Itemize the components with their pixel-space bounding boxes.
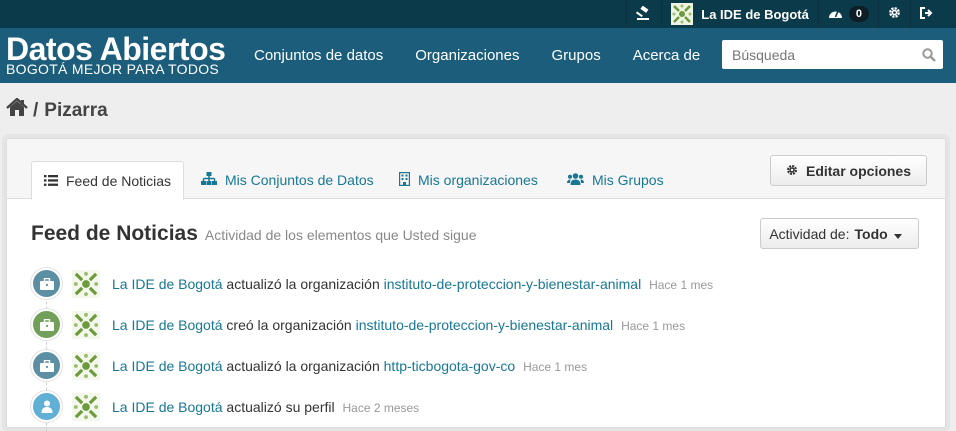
account-bar: La IDE de Bogotá 0 <box>0 0 956 28</box>
briefcase-icon <box>31 268 62 299</box>
tab-label: Mis Grupos <box>592 172 664 188</box>
object-link[interactable]: http-ticbogota-gov-co <box>384 358 516 374</box>
activity-action: creó la organización <box>226 316 352 333</box>
dashboard-link[interactable]: 0 <box>817 0 878 28</box>
tab-label: Mis Conjuntos de Datos <box>225 172 374 188</box>
nav-datasets[interactable]: Conjuntos de datos <box>238 47 399 64</box>
activity-item: La IDE de Bogotá actualizó la organizaci… <box>31 345 911 386</box>
settings-link[interactable] <box>878 0 910 28</box>
building-icon <box>398 171 418 189</box>
activity-time: Hace 1 mes <box>523 359 588 374</box>
org-avatar[interactable] <box>72 351 100 380</box>
activity-text: La IDE de Bogotá actualizó la organizaci… <box>112 358 587 374</box>
activity-time: Hace 1 mes <box>621 318 686 333</box>
edit-options-button[interactable]: Editar opciones <box>770 155 927 186</box>
activity-filter-dropdown[interactable]: Actividad de: Todo <box>760 218 919 249</box>
activity-action: actualizó la organización <box>226 357 380 374</box>
activity-action: actualizó la organización <box>226 275 380 292</box>
caret-down-icon <box>893 226 910 242</box>
feed-header: Feed de Noticias Actividad de los elemen… <box>31 222 477 246</box>
list-icon <box>44 173 66 189</box>
activity-time: Hace 1 mes <box>649 277 714 292</box>
activity-time: Hace 2 meses <box>342 400 420 415</box>
actor-link[interactable]: La IDE de Bogotá <box>112 399 223 415</box>
activity-action: actualizó su perfil <box>226 398 335 415</box>
search-box <box>722 40 943 69</box>
activity-item: La IDE de Bogotá actualizó la organizaci… <box>31 263 911 304</box>
org-avatar[interactable] <box>72 310 100 339</box>
org-avatar[interactable] <box>72 392 100 421</box>
edit-options-label: Editar opciones <box>805 162 912 179</box>
dashboard-tabs: Feed de Noticias Mis Conjuntos de Datos … <box>7 139 945 200</box>
group-icon <box>567 172 592 188</box>
activity-text: La IDE de Bogotá actualizó la organizaci… <box>112 276 713 292</box>
actor-link[interactable]: La IDE de Bogotá <box>112 317 223 333</box>
tab-news-feed[interactable]: Feed de Noticias <box>31 161 185 200</box>
breadcrumb-separator: / <box>33 99 39 121</box>
brand-title: Datos Abiertos <box>6 31 226 67</box>
briefcase-icon <box>31 350 62 381</box>
dashboard-count-badge: 0 <box>848 6 869 22</box>
gavel-icon <box>636 5 652 23</box>
site-header: Datos Abiertos BOGOTÁ MEJOR PARA TODOS C… <box>0 28 956 83</box>
home-icon[interactable] <box>6 97 28 123</box>
logout-link[interactable] <box>910 0 942 28</box>
org-avatar[interactable] <box>72 269 100 298</box>
org-avatar <box>671 3 694 25</box>
filter-value: Todo <box>854 225 888 242</box>
org-name: La IDE de Bogotá <box>701 6 809 22</box>
breadcrumb: / Pizarra <box>0 83 956 138</box>
search-input[interactable] <box>722 41 915 68</box>
tab-my-organizations[interactable]: Mis organizaciones <box>387 161 550 199</box>
nav-organizations[interactable]: Organizaciones <box>399 47 535 64</box>
site-logo[interactable]: Datos Abiertos BOGOTÁ MEJOR PARA TODOS <box>6 31 226 77</box>
user-menu[interactable]: La IDE de Bogotá <box>661 0 818 28</box>
brand-subtitle: BOGOTÁ MEJOR PARA TODOS <box>6 61 220 77</box>
filter-label: Actividad de: <box>769 225 850 242</box>
actor-link[interactable]: La IDE de Bogotá <box>112 358 223 374</box>
briefcase-icon <box>31 309 62 340</box>
search-icon[interactable] <box>915 47 943 62</box>
dashboard-icon <box>828 7 843 22</box>
sitemap-icon <box>201 172 225 188</box>
nav-groups[interactable]: Grupos <box>536 47 617 64</box>
tab-label: Feed de Noticias <box>66 172 172 189</box>
tab-my-datasets[interactable]: Mis Conjuntos de Datos <box>189 161 386 199</box>
activity-stream: La IDE de Bogotá actualizó la organizaci… <box>31 263 911 427</box>
dashboard-panel: Feed de Noticias Mis Conjuntos de Datos … <box>6 138 946 431</box>
feed-subtitle: Actividad de los elementos que Usted sig… <box>204 227 477 243</box>
breadcrumb-current[interactable]: Pizarra <box>44 100 107 122</box>
activity-text: La IDE de Bogotá creó la organización in… <box>112 317 685 333</box>
main-nav: Conjuntos de datos Organizaciones Grupos… <box>238 28 716 83</box>
actor-link[interactable]: La IDE de Bogotá <box>112 276 223 292</box>
activity-text: La IDE de Bogotá actualizó su perfil Hac… <box>112 399 419 415</box>
nav-about[interactable]: Acerca de <box>617 47 717 64</box>
tab-my-groups[interactable]: Mis Grupos <box>555 161 676 199</box>
logout-icon <box>920 6 933 22</box>
user-icon <box>31 391 62 422</box>
activity-item: La IDE de Bogotá creó la organización in… <box>31 304 911 345</box>
gear-icon <box>888 6 901 22</box>
feed-title: Feed de Noticias <box>31 222 198 245</box>
object-link[interactable]: instituto-de-proteccion-y-bienestar-anim… <box>384 276 642 292</box>
tab-label: Mis organizaciones <box>418 172 538 188</box>
object-link[interactable]: instituto-de-proteccion-y-bienestar-anim… <box>356 317 614 333</box>
sysadmin-link[interactable] <box>626 0 661 28</box>
gear-icon <box>786 163 806 179</box>
